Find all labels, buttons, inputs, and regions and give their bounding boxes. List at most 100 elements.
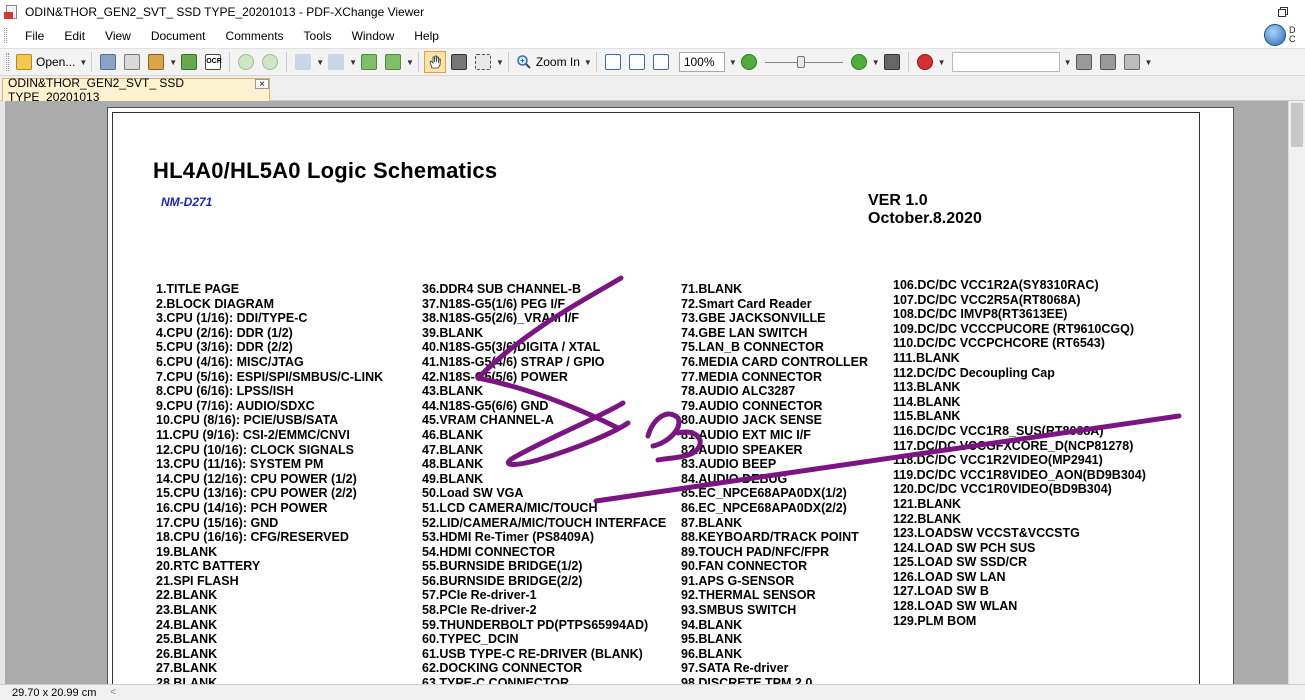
- document-tab[interactable]: ODIN&THOR_GEN2_SVT_ SSD TYPE_20201013 ×: [2, 76, 270, 104]
- toc-entry: 5.CPU (3/16): DDR (2/2): [156, 340, 293, 355]
- toc-entry: 57.PCIe Re-driver-1: [422, 588, 537, 603]
- toc-entry: 119.DC/DC VCC1R8VIDEO_AON(BD9B304): [893, 467, 1146, 482]
- menu-tools[interactable]: Tools: [294, 24, 342, 47]
- toc-entry: 111.BLANK: [893, 350, 960, 365]
- toc-entry: 96.BLANK: [681, 646, 743, 661]
- menu-view[interactable]: View: [95, 24, 141, 47]
- close-tab-button[interactable]: ×: [255, 79, 269, 90]
- fit-page-button[interactable]: [626, 51, 648, 73]
- search-previous-button[interactable]: [1073, 51, 1095, 73]
- toc-entry: 84.AUDIO DEBUG: [681, 471, 788, 486]
- export-dropdown-arrow[interactable]: ▼: [169, 58, 177, 67]
- toc-entry: 117.DC/DC VCCGFXCORE_D(NCP81278): [893, 438, 1134, 453]
- toc-entry: 77.MEDIA CONNECTOR: [681, 369, 822, 384]
- toc-entry: 9.CPU (7/16): AUDIO/SDXC: [156, 398, 315, 413]
- scan-button[interactable]: [178, 51, 200, 73]
- toc-entry: 128.LOAD SW WLAN: [893, 599, 1018, 614]
- search-next-button[interactable]: [1097, 51, 1119, 73]
- zoom-slider[interactable]: [764, 54, 843, 70]
- undo-icon: [295, 54, 312, 70]
- toc-entry: 59.THUNDERBOLT PD(PTPS65994AD): [422, 617, 649, 632]
- zoom-in-label: Zoom In: [535, 55, 580, 69]
- toc-entry: 6.CPU (4/16): MISC/JTAG: [156, 354, 304, 369]
- open-button[interactable]: Open...: [14, 51, 77, 73]
- pdf-page[interactable]: HL4A0/HL5A0 Logic Schematics NM-D271 VER…: [107, 107, 1234, 684]
- undo-dropdown-arrow[interactable]: ▼: [316, 58, 324, 67]
- find-button[interactable]: [881, 51, 903, 73]
- rotate-left-button[interactable]: [358, 51, 380, 73]
- save-button[interactable]: [97, 51, 119, 73]
- menu-document[interactable]: Document: [141, 24, 216, 47]
- redo-dropdown-arrow[interactable]: ▼: [349, 58, 357, 67]
- zoom-slider-thumb[interactable]: [796, 56, 805, 68]
- options-button[interactable]: [1121, 51, 1143, 73]
- export-button[interactable]: [145, 51, 167, 73]
- toc-entry: 123.LOADSW VCCST&VCCSTG: [893, 526, 1080, 541]
- toc-entry: 36.DDR4 SUB CHANNEL-B: [422, 282, 582, 296]
- toc-entry: 55.BURNSIDE BRIDGE(1/2): [422, 559, 583, 574]
- toc-entry: 18.CPU (16/16): CFG/RESERVED: [156, 530, 349, 545]
- toc-column-4: 106.DC/DC VCC1R2A(SY8310RAC) 107.DC/DC VC…: [893, 278, 1146, 628]
- schematic-title: HL4A0/HL5A0 Logic Schematics: [153, 158, 498, 183]
- back-button[interactable]: [235, 51, 257, 73]
- options-dropdown-arrow[interactable]: ▼: [1145, 58, 1153, 67]
- print-button[interactable]: [121, 51, 143, 73]
- vertical-scrollbar[interactable]: [1288, 101, 1305, 684]
- actual-size-button[interactable]: [602, 51, 624, 73]
- toolbar-separator: [91, 52, 93, 72]
- scrollbar-thumb[interactable]: [1291, 103, 1303, 147]
- horizontal-scroll-left-button[interactable]: <: [106, 687, 120, 698]
- open-label: Open...: [36, 55, 76, 69]
- select-text-icon: [474, 54, 491, 70]
- toc-entry: 50.Load SW VGA: [422, 486, 524, 501]
- toc-entry: 121.BLANK: [893, 496, 962, 511]
- menu-grip[interactable]: [4, 28, 7, 43]
- rotate-dropdown-arrow[interactable]: ▼: [406, 58, 414, 67]
- zoom-in-button[interactable]: Zoom In: [514, 51, 582, 73]
- menu-window[interactable]: Window: [342, 24, 405, 47]
- select-tool-button[interactable]: [472, 51, 494, 73]
- rotate-right-button[interactable]: [382, 51, 404, 73]
- main-toolbar: Open... ▼ ▼ OCR ▼ ▼ ▼ ▼ Zoom In ▼ 100% ▼…: [0, 48, 1305, 76]
- zoom-plus-dropdown-arrow[interactable]: ▼: [872, 58, 880, 67]
- toc-entry: 20.RTC BATTERY: [156, 559, 261, 574]
- open-dropdown-arrow[interactable]: ▼: [79, 58, 87, 67]
- print-icon: [124, 54, 141, 70]
- search-dropdown-arrow[interactable]: ▼: [1064, 58, 1072, 67]
- toc-entry: 54.HDMI CONNECTOR: [422, 544, 556, 559]
- menu-comments[interactable]: Comments: [216, 24, 294, 47]
- toc-entry: 90.FAN CONNECTOR: [681, 559, 808, 574]
- toc-entry: 51.LCD CAMERA/MIC/TOUCH: [422, 500, 598, 515]
- zoom-level-input[interactable]: 100%: [678, 52, 725, 72]
- hand-tool-button[interactable]: [423, 51, 446, 73]
- toc-entry: 15.CPU (13/16): CPU POWER (2/2): [156, 486, 357, 501]
- toc-entry: 127.LOAD SW B: [893, 584, 989, 599]
- document-view[interactable]: HL4A0/HL5A0 Logic Schematics NM-D271 VER…: [0, 101, 1305, 684]
- select-dropdown-arrow[interactable]: ▼: [496, 58, 504, 67]
- toc-entry: 83.AUDIO BEEP: [681, 457, 777, 472]
- toc-entry: 109.DC/DC VCCCPUCORE (RT9610CGQ): [893, 321, 1135, 336]
- menu-help[interactable]: Help: [404, 24, 449, 47]
- redo-button[interactable]: [325, 51, 347, 73]
- zoom-level-dropdown-arrow[interactable]: ▼: [729, 58, 737, 67]
- fit-width-button[interactable]: [650, 51, 672, 73]
- zoom-in-dropdown-arrow[interactable]: ▼: [584, 58, 592, 67]
- menu-file[interactable]: File: [15, 24, 54, 47]
- page-size-readout: 29.70 x 20.99 cm: [12, 686, 97, 699]
- zoom-plus-button[interactable]: [848, 51, 870, 73]
- forward-button[interactable]: [259, 51, 281, 73]
- zoom-out-button[interactable]: [738, 51, 760, 73]
- ocr-button[interactable]: OCR: [202, 51, 224, 73]
- rotate-right-icon: [385, 54, 402, 70]
- menu-edit[interactable]: Edit: [54, 24, 95, 47]
- wrench-icon: [1123, 54, 1140, 70]
- toolbar-grip[interactable]: [6, 53, 9, 71]
- side-panel-button[interactable]: D C: [1260, 20, 1305, 50]
- spellcheck-button[interactable]: [914, 51, 936, 73]
- snapshot-button[interactable]: [448, 51, 470, 73]
- spellcheck-dropdown-arrow[interactable]: ▼: [938, 58, 946, 67]
- undo-button[interactable]: [292, 51, 314, 73]
- search-input[interactable]: [951, 52, 1060, 72]
- toc-entry: 46.BLANK: [422, 427, 484, 442]
- toc-entry: 87.BLANK: [681, 515, 743, 530]
